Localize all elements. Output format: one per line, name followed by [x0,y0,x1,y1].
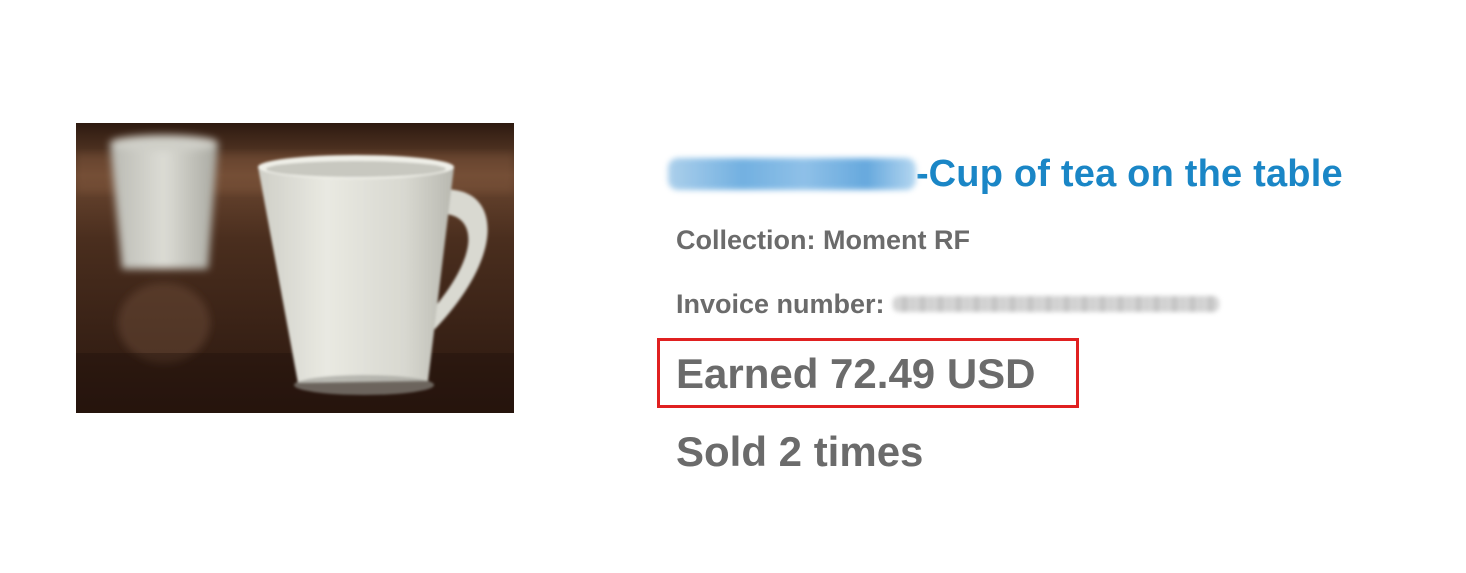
item-info: - Cup of tea on the table Collection: Mo… [657,148,1428,475]
collection-text: Collection: Moment RF [676,225,970,255]
invoice-label: Invoice number: [676,289,885,319]
mug-photo-icon [76,123,514,413]
invoice-row: Invoice number: [668,286,1428,322]
redacted-invoice-number [892,296,1219,312]
sold-count: Sold 2 times [676,428,924,475]
item-title-link[interactable]: Cup of tea on the table [929,153,1343,196]
item-thumbnail[interactable] [76,123,514,413]
title-dash: - [916,152,929,195]
earned-amount: Earned 72.49 USD [676,350,1036,397]
item-title-row[interactable]: - Cup of tea on the table [668,148,1428,200]
redacted-item-id [668,158,916,190]
